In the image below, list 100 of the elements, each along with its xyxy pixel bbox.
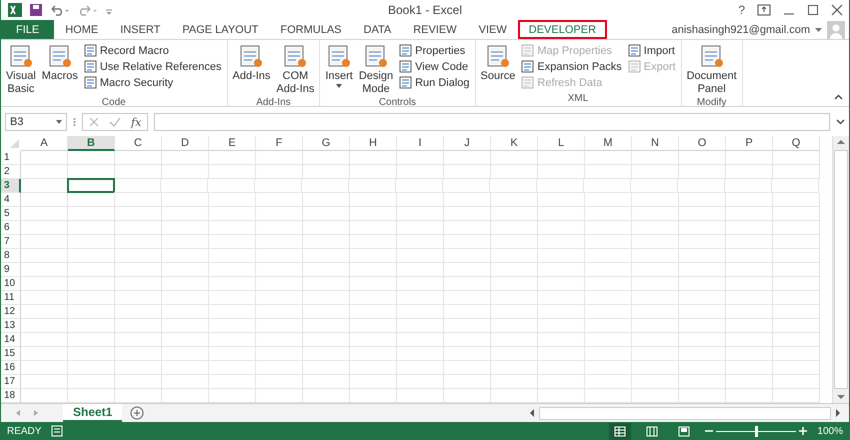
table-cell[interactable]	[773, 375, 820, 389]
table-cell[interactable]	[538, 375, 585, 389]
column-header[interactable]: D	[162, 136, 209, 151]
ribbon-button[interactable]: Add-Ins	[230, 42, 272, 97]
table-cell[interactable]	[585, 249, 632, 263]
table-cell[interactable]	[491, 221, 538, 235]
table-cell[interactable]	[256, 249, 303, 263]
ribbon-tab[interactable]: PAGE LAYOUT	[171, 20, 270, 39]
zoom-level[interactable]: 100%	[817, 426, 843, 436]
table-cell[interactable]	[444, 375, 491, 389]
table-cell[interactable]	[491, 277, 538, 291]
ribbon-tab[interactable]: VIEW	[468, 20, 518, 39]
table-cell[interactable]	[303, 277, 350, 291]
table-cell[interactable]	[773, 361, 820, 375]
table-cell[interactable]	[114, 179, 161, 193]
table-cell[interactable]	[256, 375, 303, 389]
table-cell[interactable]	[350, 235, 397, 249]
scroll-right-icon[interactable]	[833, 407, 843, 419]
table-cell[interactable]	[303, 207, 350, 221]
table-cell[interactable]	[585, 235, 632, 249]
table-cell[interactable]	[679, 277, 726, 291]
table-cell[interactable]	[585, 221, 632, 235]
table-cell[interactable]	[303, 291, 350, 305]
table-cell[interactable]	[773, 151, 820, 165]
avatar-icon[interactable]	[827, 20, 845, 38]
column-header[interactable]: Q	[773, 136, 820, 151]
table-cell[interactable]	[209, 249, 256, 263]
ribbon-button[interactable]: Use Relative References	[82, 59, 224, 74]
row-header[interactable]: 8	[1, 249, 21, 263]
table-cell[interactable]	[585, 347, 632, 361]
column-header[interactable]: C	[115, 136, 162, 151]
table-cell[interactable]	[115, 207, 162, 221]
table-cell[interactable]	[256, 361, 303, 375]
table-cell[interactable]	[115, 375, 162, 389]
table-cell[interactable]	[161, 179, 208, 193]
table-cell[interactable]	[444, 193, 491, 207]
table-cell[interactable]	[538, 305, 585, 319]
help-button[interactable]: ?	[738, 3, 745, 17]
table-cell[interactable]	[491, 333, 538, 347]
table-cell[interactable]	[68, 277, 115, 291]
column-header[interactable]: F	[256, 136, 303, 151]
table-cell[interactable]	[68, 249, 115, 263]
table-cell[interactable]	[538, 249, 585, 263]
table-cell[interactable]	[303, 235, 350, 249]
table-cell[interactable]	[256, 193, 303, 207]
table-cell[interactable]	[21, 207, 68, 221]
table-cell[interactable]	[773, 347, 820, 361]
table-cell[interactable]	[209, 375, 256, 389]
redo-icon[interactable]	[77, 4, 99, 16]
table-cell[interactable]	[162, 235, 209, 249]
table-cell[interactable]	[538, 333, 585, 347]
table-cell[interactable]	[773, 305, 820, 319]
table-cell[interactable]	[585, 165, 632, 179]
table-cell[interactable]	[679, 291, 726, 305]
table-cell[interactable]	[115, 193, 162, 207]
table-cell[interactable]	[397, 151, 444, 165]
table-cell[interactable]	[397, 333, 444, 347]
active-cell[interactable]	[67, 178, 115, 193]
column-header[interactable]: N	[632, 136, 679, 151]
table-cell[interactable]	[397, 249, 444, 263]
table-cell[interactable]	[115, 333, 162, 347]
table-cell[interactable]	[538, 235, 585, 249]
table-cell[interactable]	[726, 333, 773, 347]
table-cell[interactable]	[68, 319, 115, 333]
account-email[interactable]: anishasingh921@gmail.com	[672, 24, 810, 36]
collapse-ribbon-icon[interactable]	[834, 94, 843, 100]
column-header[interactable]: E	[209, 136, 256, 151]
table-cell[interactable]	[538, 151, 585, 165]
table-cell[interactable]	[632, 263, 679, 277]
ribbon-button[interactable]: Visual Basic	[4, 42, 38, 97]
ribbon-button[interactable]: Design Mode	[356, 42, 396, 97]
undo-icon[interactable]	[49, 4, 71, 16]
table-cell[interactable]	[538, 221, 585, 235]
sheet-tab[interactable]: Sheet1	[63, 404, 122, 422]
table-cell[interactable]	[209, 221, 256, 235]
table-cell[interactable]	[209, 291, 256, 305]
table-cell[interactable]	[68, 361, 115, 375]
formula-input[interactable]	[154, 113, 830, 131]
table-cell[interactable]	[491, 319, 538, 333]
table-cell[interactable]	[209, 151, 256, 165]
table-cell[interactable]	[68, 305, 115, 319]
table-cell[interactable]	[209, 361, 256, 375]
table-cell[interactable]	[162, 165, 209, 179]
table-cell[interactable]	[538, 207, 585, 221]
table-cell[interactable]	[115, 151, 162, 165]
table-cell[interactable]	[350, 165, 397, 179]
row-header[interactable]: 7	[1, 235, 21, 249]
table-cell[interactable]	[162, 249, 209, 263]
table-cell[interactable]	[162, 193, 209, 207]
table-cell[interactable]	[162, 319, 209, 333]
table-cell[interactable]	[491, 235, 538, 249]
table-cell[interactable]	[726, 375, 773, 389]
table-cell[interactable]	[115, 291, 162, 305]
table-cell[interactable]	[209, 193, 256, 207]
table-cell[interactable]	[115, 361, 162, 375]
table-cell[interactable]	[209, 305, 256, 319]
ribbon-tab[interactable]: FILE	[1, 20, 54, 39]
table-cell[interactable]	[773, 333, 820, 347]
cancel-icon[interactable]	[89, 117, 99, 127]
table-cell[interactable]	[444, 221, 491, 235]
